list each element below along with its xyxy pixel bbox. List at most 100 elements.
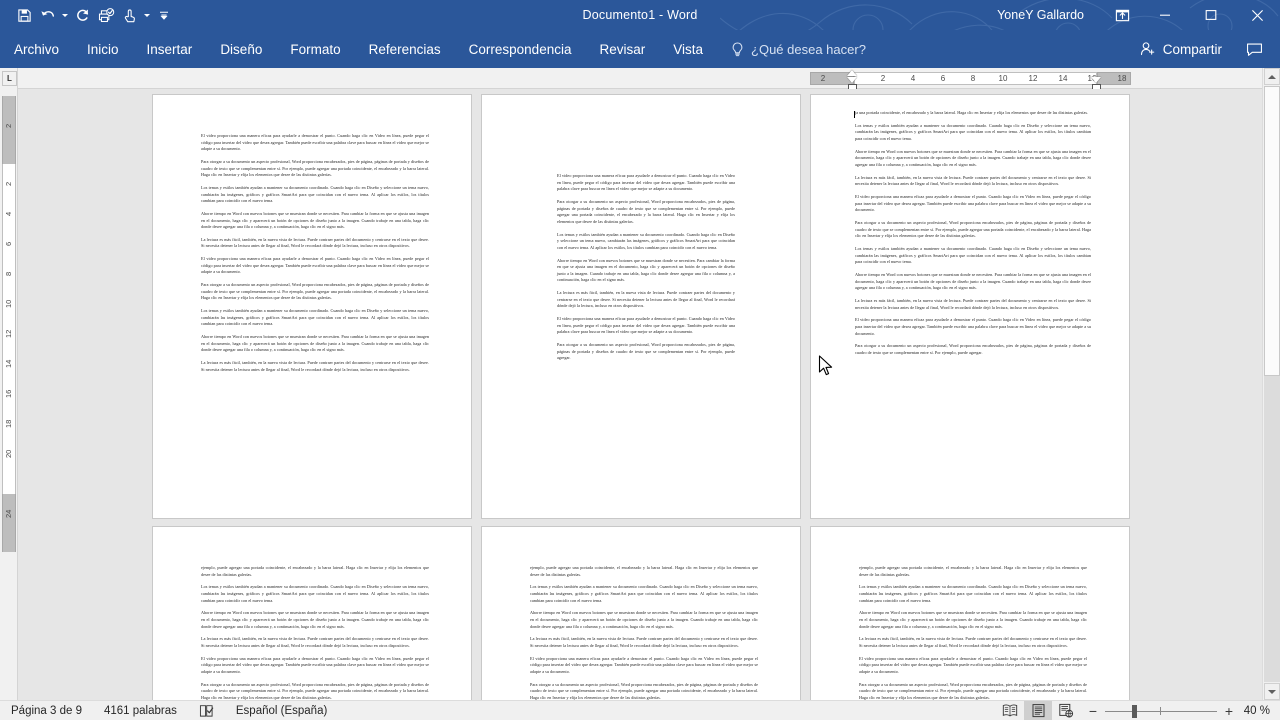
hruler-tick: 14	[1058, 74, 1068, 83]
paragraph: El video proporciona una manera eficaz p…	[557, 316, 735, 335]
tab-correspondencia[interactable]: Correspondencia	[455, 30, 586, 68]
share-label: Compartir	[1162, 41, 1222, 57]
document-page[interactable]: ejemplo, puede agregar una portada coinc…	[152, 526, 472, 700]
paragraph: Para otorgar a su documento un aspecto p…	[855, 220, 1091, 239]
vruler-tick: 6	[4, 241, 13, 247]
tab-insertar[interactable]: Insertar	[133, 30, 207, 68]
tell-me-label: ¿Qué desea hacer?	[751, 41, 866, 57]
vertical-ruler[interactable]: L 2 2 4 6 8 10 12 14 16 18 20 24	[0, 68, 18, 700]
chevron-down-icon	[1268, 689, 1276, 694]
page-text-body[interactable]: ejemplo, puede agregar una portada coinc…	[859, 565, 1087, 700]
tab-vista[interactable]: Vista	[659, 30, 717, 68]
close-icon	[1251, 9, 1263, 21]
tab-inicio[interactable]: Inicio	[73, 30, 133, 68]
zoom-slider-midpoint	[1160, 706, 1161, 715]
print-preview-button[interactable]	[94, 2, 118, 28]
document-page[interactable]: El video proporciona una manera eficaz p…	[152, 94, 472, 519]
word-count[interactable]: 4161 palabras	[93, 701, 188, 720]
scrollbar-track[interactable]	[1264, 376, 1280, 682]
right-indent-marker[interactable]	[1091, 77, 1101, 83]
tab-stop-selector[interactable]: L	[2, 71, 17, 86]
comments-button[interactable]	[1236, 30, 1272, 68]
customize-qat-button[interactable]	[152, 2, 176, 28]
hruler-tick: 4	[910, 74, 916, 83]
tab-archivo[interactable]: Archivo	[0, 30, 73, 68]
vruler-tick: 2	[4, 181, 13, 187]
tab-referencias[interactable]: Referencias	[355, 30, 455, 68]
paragraph: El video proporciona una manera eficaz p…	[201, 133, 429, 152]
save-button[interactable]	[12, 2, 36, 28]
share-area: Compartir	[1132, 30, 1272, 68]
proofing-status-button[interactable]	[188, 701, 225, 720]
hruler-tick: 2	[880, 74, 886, 83]
title-bar-controls: YoneY Gallardo	[997, 0, 1280, 30]
maximize-button[interactable]	[1188, 0, 1234, 30]
paragraph: Ahorre tiempo en Word con nuevos botones…	[855, 148, 1091, 167]
paragraph: La lectura es más fácil, también, en la …	[201, 236, 429, 249]
page-text-body[interactable]: ejemplo, puede agregar una portada coinc…	[201, 565, 429, 700]
undo-dropdown-arrow[interactable]	[60, 2, 70, 28]
paragraph: Los temas y estilos también ayudan a man…	[855, 246, 1091, 265]
comment-icon	[1246, 43, 1262, 56]
paragraph: La lectura es más fácil, también, en la …	[530, 636, 758, 648]
touch-mode-button[interactable]	[118, 2, 142, 28]
redo-button[interactable]	[70, 2, 94, 28]
close-button[interactable]	[1234, 0, 1280, 30]
tell-me-search[interactable]: ¿Qué desea hacer?	[717, 30, 866, 68]
language-indicator[interactable]: Español (España)	[225, 701, 338, 720]
paragraph: ja una portada coincidente, el encabezad…	[855, 110, 1089, 115]
document-page[interactable]: ejemplo, puede agregar una portada coinc…	[810, 526, 1130, 700]
page-text-body[interactable]: ejemplo, puede agregar una portada coinc…	[530, 565, 758, 700]
zoom-slider[interactable]	[1105, 704, 1217, 718]
undo-icon	[41, 10, 55, 17]
zoom-slider-handle[interactable]	[1132, 704, 1137, 718]
page-text-body[interactable]: El video proporciona una manera eficaz p…	[201, 133, 429, 380]
paragraph: ejemplo, puede agregar una portada coinc…	[201, 565, 429, 577]
print-preview-icon	[98, 7, 114, 22]
paragraph: El video proporciona una manera eficaz p…	[557, 173, 735, 192]
page-indicator[interactable]: Página 3 de 9	[0, 701, 93, 720]
paragraph: ejemplo, puede agregar una portada coinc…	[859, 565, 1087, 577]
scroll-up-button[interactable]	[1264, 68, 1280, 85]
paragraph: Los temas y estilos también ayudan a man…	[855, 122, 1091, 141]
document-page-active[interactable]: ja una portada coincidente, el encabezad…	[810, 94, 1130, 519]
hanging-indent-marker[interactable]	[847, 77, 857, 83]
scroll-down-button[interactable]	[1264, 683, 1280, 700]
zoom-level-button[interactable]: 40 %	[1242, 705, 1280, 717]
share-button[interactable]: Compartir	[1132, 30, 1230, 68]
ribbon-tab-strip: Archivo Inicio Insertar Diseño Formato R…	[0, 30, 1280, 68]
page-text-body[interactable]: El video proporciona una manera eficaz p…	[557, 173, 735, 368]
read-mode-view-button[interactable]	[996, 701, 1024, 720]
ribbon-display-options-button[interactable]	[1102, 0, 1142, 30]
zoom-in-button[interactable]: +	[1224, 703, 1234, 719]
title-bar: Documento1 - Word YoneY Gallardo	[0, 0, 1280, 30]
redo-icon	[76, 9, 88, 21]
vertical-scrollbar[interactable]	[1262, 68, 1280, 700]
horizontal-ruler[interactable]: 2 2 4 6 8 10 12 14 16 18	[18, 68, 1262, 91]
paragraph: La lectura es más fácil, también, en la …	[201, 636, 429, 648]
tab-diseno[interactable]: Diseño	[206, 30, 276, 68]
minimize-button[interactable]	[1142, 0, 1188, 30]
undo-button[interactable]	[36, 2, 60, 28]
print-layout-view-button[interactable]	[1024, 700, 1052, 720]
scrollbar-thumb[interactable]	[1264, 86, 1280, 376]
document-page[interactable]: ejemplo, puede agregar una portada coinc…	[481, 526, 801, 700]
vruler-tick: 24	[4, 509, 13, 519]
status-bar: Página 3 de 9 4161 palabras Español (Esp…	[0, 700, 1280, 720]
page-canvas[interactable]: El video proporciona una manera eficaz p…	[18, 89, 1262, 700]
zoom-out-button[interactable]: −	[1088, 703, 1098, 719]
document-page[interactable]: El video proporciona una manera eficaz p…	[481, 94, 801, 519]
web-layout-view-button[interactable]	[1052, 701, 1080, 720]
tab-revisar[interactable]: Revisar	[585, 30, 659, 68]
touch-mode-dropdown-arrow[interactable]	[142, 2, 152, 28]
hruler-tick: 12	[1028, 74, 1038, 83]
document-workspace: L 2 2 4 6 8 10 12 14 16 18 20 24 2 2 4 6	[0, 68, 1280, 700]
first-line-indent-marker[interactable]	[847, 70, 857, 76]
tab-formato[interactable]: Formato	[276, 30, 354, 68]
user-account-name[interactable]: YoneY Gallardo	[997, 8, 1084, 22]
vruler-tick: 8	[4, 271, 13, 277]
maximize-icon	[1205, 10, 1217, 20]
paragraph: La lectura es más fácil, también, en la …	[855, 297, 1091, 310]
paragraph: Ahorre tiempo en Word con nuevos botones…	[201, 334, 429, 353]
page-text-body[interactable]: ja una portada coincidente, el encabezad…	[854, 110, 1091, 363]
